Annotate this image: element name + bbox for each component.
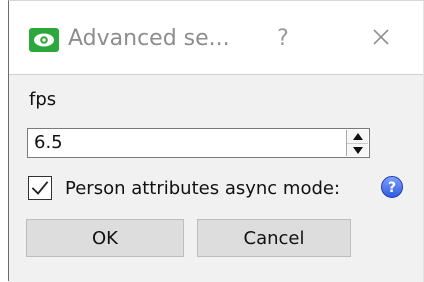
cancel-button[interactable]: Cancel <box>197 219 351 257</box>
chevron-up-icon <box>352 133 363 140</box>
person-attributes-async-label: Person attributes async mode: <box>65 178 341 199</box>
spin-buttons <box>346 130 368 156</box>
spin-down-button[interactable] <box>347 143 368 156</box>
fps-value[interactable]: 6.5 <box>34 129 63 157</box>
chevron-down-icon <box>352 146 363 154</box>
question-circle-icon[interactable]: ? <box>380 175 404 199</box>
close-icon <box>371 27 391 51</box>
fps-label: fps <box>29 89 57 110</box>
svg-text:?: ? <box>388 180 396 196</box>
checkmark-icon <box>31 181 49 195</box>
title-help-button[interactable]: ? <box>259 19 307 59</box>
dialog-content: fps 6.5 Person attributes async mode: ? … <box>9 75 424 282</box>
spin-up-button[interactable] <box>347 130 368 143</box>
person-attributes-async-checkbox[interactable] <box>28 176 52 200</box>
eye-icon <box>29 28 59 52</box>
close-button[interactable] <box>357 19 405 59</box>
fps-spinbox[interactable]: 6.5 <box>27 128 370 158</box>
window-title: Advanced se... <box>68 26 230 51</box>
advanced-settings-dialog: Advanced se... ? fps 6.5 Person attribut… <box>8 0 424 282</box>
ok-button[interactable]: OK <box>26 219 184 257</box>
title-bar: Advanced se... ? <box>9 1 424 75</box>
